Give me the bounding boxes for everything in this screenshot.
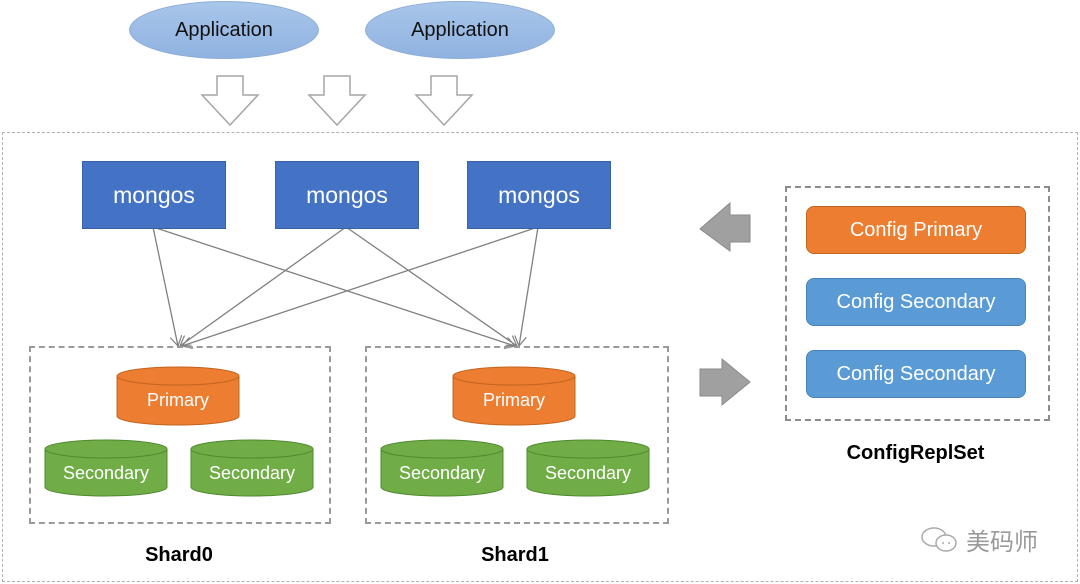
secondary-label: Secondary bbox=[398, 463, 486, 483]
right-arrow-icon bbox=[699, 357, 751, 407]
secondary-label: Secondary bbox=[544, 463, 632, 483]
watermark-text: 美码师 bbox=[966, 529, 1038, 556]
connector-line bbox=[152, 226, 515, 346]
watermark: 美码师 bbox=[920, 522, 1038, 557]
config-secondary-node-2: Config Secondary bbox=[806, 350, 1026, 398]
shard0-secondary-cylinder-1: Secondary bbox=[44, 439, 168, 499]
shard0-primary-cylinder: Primary bbox=[116, 366, 240, 426]
config-member-label: Config Primary bbox=[849, 218, 983, 241]
down-arrow-icon bbox=[200, 75, 260, 127]
secondary-label: Secondary bbox=[62, 463, 150, 483]
mongos-label: mongos bbox=[113, 181, 195, 208]
primary-label: Primary bbox=[483, 390, 545, 410]
wechat-icon bbox=[921, 526, 957, 552]
config-replset-caption: ConfigReplSet bbox=[846, 442, 985, 464]
shard1-primary-cylinder: Primary bbox=[452, 366, 576, 426]
mongos-label: mongos bbox=[498, 181, 580, 208]
config-member-label: Config Secondary bbox=[836, 362, 996, 385]
shard0-caption: Shard0 bbox=[145, 544, 213, 566]
shard1-secondary-cylinder-2: Secondary bbox=[526, 439, 650, 499]
config-primary-node: Config Primary bbox=[806, 206, 1026, 254]
config-member-label: Config Secondary bbox=[836, 290, 996, 313]
connector-line bbox=[180, 226, 347, 346]
connector-line bbox=[345, 226, 517, 346]
shard1-secondary-cylinder-1: Secondary bbox=[380, 439, 504, 499]
connector-line bbox=[182, 226, 539, 346]
config-secondary-node-1: Config Secondary bbox=[806, 278, 1026, 326]
shard0-secondary-cylinder-2: Secondary bbox=[190, 439, 314, 499]
mongos-label: mongos bbox=[306, 181, 388, 208]
connector-line bbox=[519, 226, 539, 346]
secondary-label: Secondary bbox=[208, 463, 296, 483]
primary-label: Primary bbox=[147, 390, 209, 410]
mongos-router-3: mongos bbox=[467, 161, 611, 229]
shard1-caption: Shard1 bbox=[481, 544, 549, 566]
mongos-router-1: mongos bbox=[82, 161, 226, 229]
left-arrow-icon bbox=[699, 201, 751, 252]
mongos-router-2: mongos bbox=[275, 161, 419, 229]
connector-line bbox=[152, 226, 178, 346]
down-arrow-icon bbox=[307, 75, 367, 127]
down-arrow-icon bbox=[414, 75, 474, 127]
